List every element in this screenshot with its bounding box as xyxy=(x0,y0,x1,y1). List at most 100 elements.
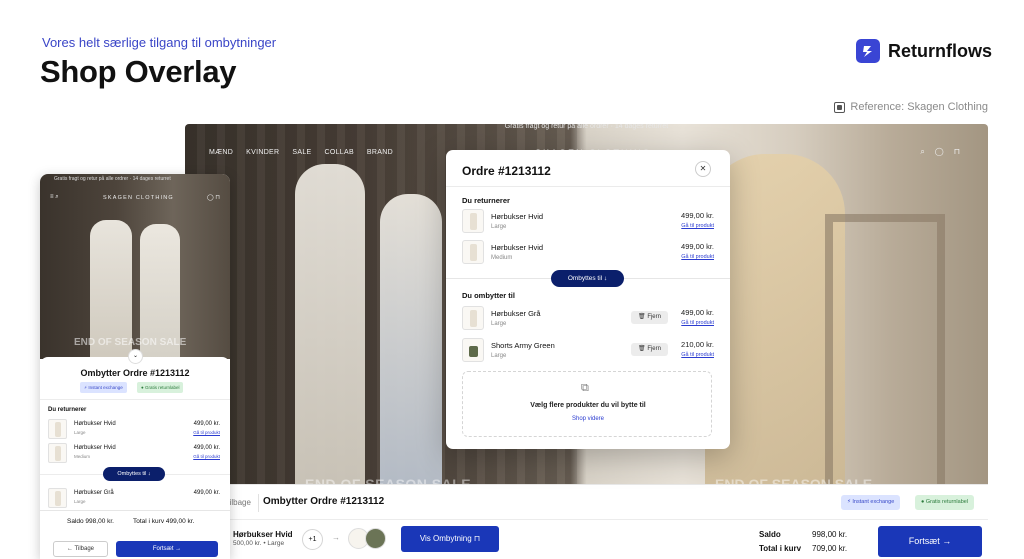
view-exchange-button[interactable]: Vis Ombytning ⊓ xyxy=(401,526,499,552)
list-item: Hørbukser Grå Large 499,00 kr. xyxy=(48,488,220,510)
brand-name: Returnflows xyxy=(888,40,993,61)
shop-more-link[interactable]: Shop videre xyxy=(463,416,713,422)
product-size: Medium xyxy=(74,454,91,459)
close-icon[interactable]: ✕ xyxy=(695,161,711,177)
product-size: Large xyxy=(491,224,507,230)
product-link[interactable]: Gå til produkt xyxy=(193,454,220,459)
account-icon[interactable]: ◯ xyxy=(935,147,944,157)
product-size: Medium xyxy=(491,255,513,261)
reference-icon xyxy=(834,101,846,113)
search-icon[interactable]: ⌕ xyxy=(920,147,924,157)
instant-exchange-badge: ⚡ Instant exchange xyxy=(80,382,127,393)
promo-bar: Gratis fragt og retur på alle ordrer · 1… xyxy=(504,124,669,130)
list-item: Hørbukser Hvid Medium 499,00 kr. Gå til … xyxy=(462,240,714,266)
product-thumbnail xyxy=(462,209,484,233)
add-more-title: Vælg flere produkter du vil bytte til xyxy=(530,402,646,409)
saldo-label: Saldo xyxy=(759,530,781,539)
mobile-returning-label: Du returnerer xyxy=(48,407,87,413)
swap-to-button[interactable]: Ombyttes til ↓ xyxy=(551,270,624,287)
chevron-down-icon[interactable]: ⌄ xyxy=(128,349,143,364)
list-item: Hørbukser Hvid Large 499,00 kr. Gå til p… xyxy=(462,209,714,235)
menu-icon[interactable]: ≡ xyxy=(50,194,54,200)
product-name: Hørbukser Hvid xyxy=(74,421,116,427)
product-name: Hørbukser Hvid xyxy=(491,212,544,221)
product-thumbnail xyxy=(462,306,484,330)
product-size: Large xyxy=(491,321,507,327)
add-more-products-box[interactable]: ⧉ Vælg flere produkter du vil bytte til … xyxy=(462,371,712,437)
instant-exchange-badge: ⚡ Instant exchange xyxy=(841,495,901,510)
total-value: 709,00 kr. xyxy=(812,544,848,553)
store-header-icons: ⌕ ◯ ⊓ xyxy=(920,147,960,157)
product-thumbnail xyxy=(48,488,67,508)
search-icon[interactable]: ⌕ xyxy=(55,194,58,200)
nav-item-maend[interactable]: MÆND xyxy=(209,149,233,156)
product-link[interactable]: Gå til produkt xyxy=(193,430,220,435)
page-title: Shop Overlay xyxy=(40,54,237,89)
selected-product-name: Hørbukser Hvid xyxy=(233,530,293,539)
product-thumbnail xyxy=(462,240,484,264)
product-link[interactable]: Gå til produkt xyxy=(681,223,714,229)
swap-to-button[interactable]: Ombyttes til ↓ xyxy=(103,467,165,481)
saldo-value: 998,00 kr. xyxy=(812,530,848,539)
product-link[interactable]: Gå til produkt xyxy=(681,320,714,326)
product-link[interactable]: Gå til produkt xyxy=(681,352,714,358)
remove-button[interactable]: 🗑 Fjern xyxy=(631,311,668,324)
nav-item-sale[interactable]: SALE xyxy=(292,149,311,156)
product-thumbnail xyxy=(48,443,67,463)
mobile-mockup: Gratis fragt og retur på alle ordrer · 1… xyxy=(40,174,230,559)
product-link[interactable]: Gå til produkt xyxy=(681,254,714,260)
product-name: Hørbukser Grå xyxy=(491,309,541,318)
exchange-thumb-2 xyxy=(365,528,386,549)
mobile-summary-bar: Saldo 998,00 kr. Total i kurv 499,00 kr.… xyxy=(40,510,230,559)
mobile-exchange-title: Ombytter Ordre #1213112 xyxy=(80,368,190,378)
product-name: Hørbukser Hvid xyxy=(74,445,116,451)
product-price: 210,00 kr. xyxy=(681,340,714,349)
free-return-label-badge: ● Gratis returnlabel xyxy=(915,495,975,510)
selected-product-detail: 500,00 kr. • Large xyxy=(233,540,285,547)
continue-button[interactable]: Fortsæt → xyxy=(116,541,218,557)
mobile-store-logo[interactable]: SKAGEN CLOTHING xyxy=(103,195,174,201)
exchange-order-title: Ombytter Ordre #1213112 xyxy=(263,496,385,507)
product-thumbnail xyxy=(462,338,484,362)
product-name: Hørbukser Hvid xyxy=(491,243,544,252)
product-swap-icon: ⧉ xyxy=(581,382,589,394)
product-name: Hørbukser Grå xyxy=(74,490,114,496)
nav-item-kvinder[interactable]: KVINDER xyxy=(246,149,279,156)
list-item: Hørbukser Hvid Medium 499,00 kr. Gå til … xyxy=(48,443,220,465)
product-size: Large xyxy=(491,353,507,359)
page-subtitle: Vores helt særlige tilgang til ombytning… xyxy=(42,35,277,50)
product-price: 499,00 kr. xyxy=(681,308,714,317)
order-modal: Ordre #1213112 ✕ Du returnerer Hørbukser… xyxy=(446,150,730,449)
nav-item-collab[interactable]: COLLAB xyxy=(324,149,353,156)
modal-title: Ordre #1213112 xyxy=(462,164,551,178)
store-nav: MÆND KVINDER SALE COLLAB BRAND xyxy=(209,149,393,156)
nav-item-brand[interactable]: BRAND xyxy=(367,149,393,156)
total-label: Total i kurv xyxy=(759,544,802,553)
more-items-badge[interactable]: +1 xyxy=(302,529,323,550)
product-thumbnail xyxy=(48,419,67,439)
reference-note: Reference: Skagen Clothing xyxy=(834,101,988,113)
selected-product: Hørbukser Hvid 500,00 kr. • Large xyxy=(233,530,293,547)
remove-button[interactable]: 🗑 Fjern xyxy=(631,343,668,356)
returning-section-label: Du returnerer xyxy=(462,196,510,205)
product-price: 499,00 kr. xyxy=(193,421,220,427)
exchange-header-bar: Tilbage Ombytter Ordre #1213112 ⚡ Instan… xyxy=(185,484,988,519)
list-item: Hørbukser Hvid Large 499,00 kr. Gå til p… xyxy=(48,419,220,441)
mobile-header-icons: ◯ ⊓ xyxy=(207,194,220,201)
bag-icon: ⊓ xyxy=(473,534,481,543)
back-button[interactable]: ← Tilbage xyxy=(53,541,108,557)
mobile-promo-bar: Gratis fragt og retur på alle ordrer · 1… xyxy=(54,176,171,182)
continue-button[interactable]: Fortsæt → xyxy=(878,526,982,557)
reference-text: Reference: Skagen Clothing xyxy=(850,101,988,113)
brand-logo-group: Returnflows xyxy=(856,39,992,63)
product-size: Large xyxy=(74,499,86,504)
cart-icon[interactable]: ⊓ xyxy=(954,147,960,157)
cart-icon[interactable]: ⊓ xyxy=(215,195,220,201)
product-price: 499,00 kr. xyxy=(681,242,714,251)
mobile-total: Total i kurv 499,00 kr. xyxy=(133,518,195,525)
product-name: Shorts Army Green xyxy=(491,341,555,350)
arrow-right-icon: → xyxy=(332,533,340,542)
product-size: Large xyxy=(74,430,86,435)
account-icon[interactable]: ◯ xyxy=(207,195,214,201)
list-item: Hørbukser Grå Large 🗑 Fjern 499,00 kr. G… xyxy=(462,306,714,332)
